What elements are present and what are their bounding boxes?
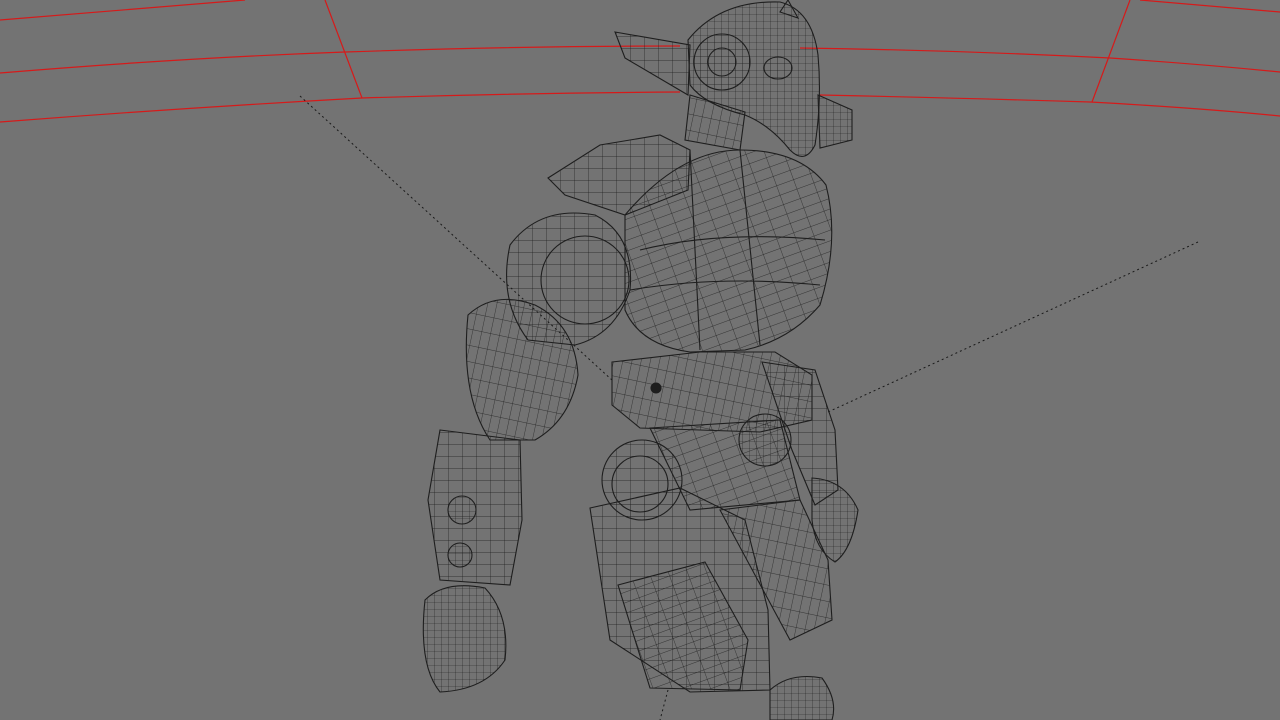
left-hand (422, 585, 507, 693)
wireframe-scene (0, 0, 1280, 720)
knee (769, 675, 835, 720)
3d-viewport[interactable] (0, 0, 1280, 720)
robot-wireframe (422, 0, 859, 720)
